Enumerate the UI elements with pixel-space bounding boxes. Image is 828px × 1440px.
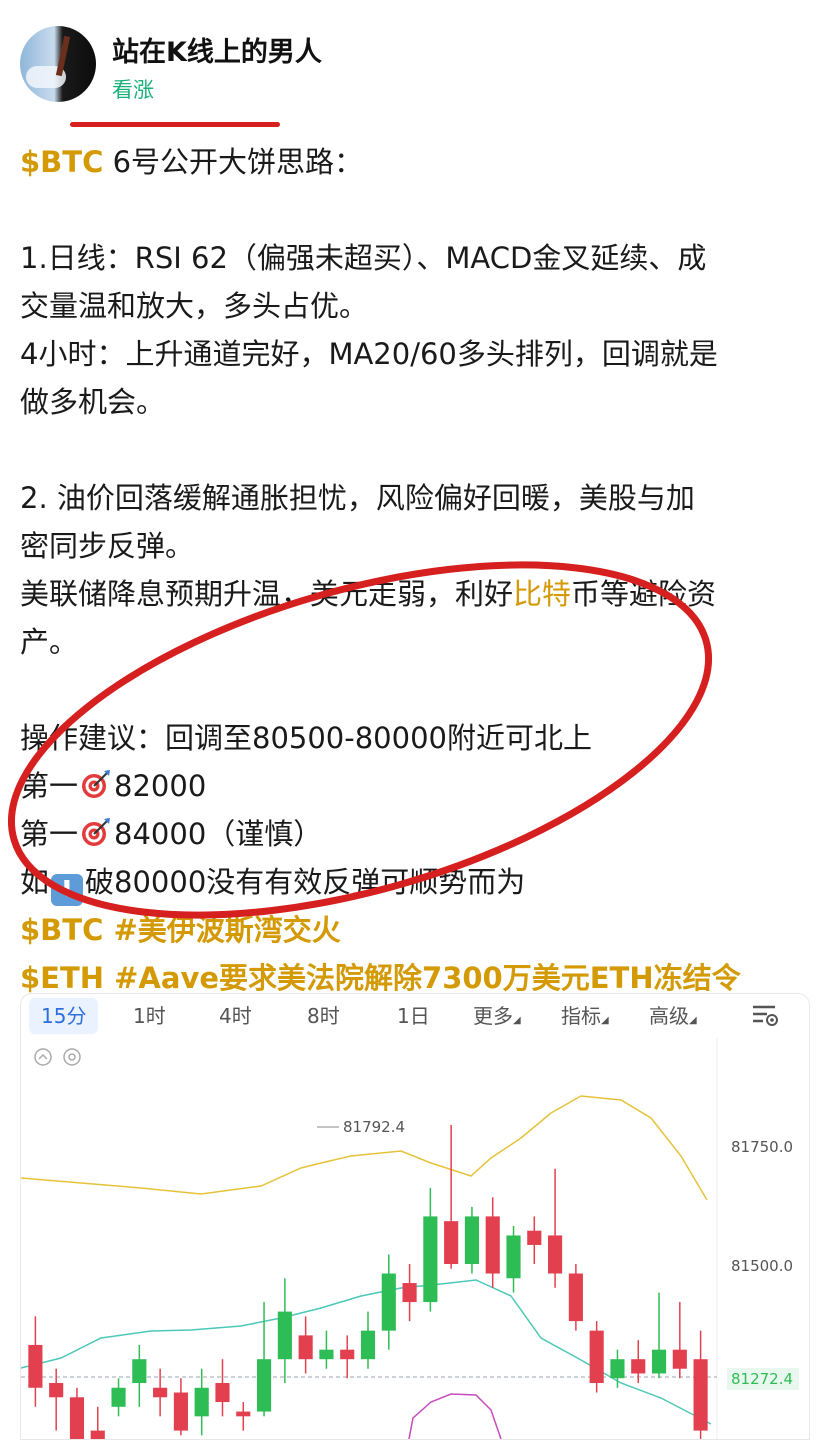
- tab-advanced[interactable]: 高级◢: [649, 998, 697, 1039]
- collapse-icon[interactable]: [34, 1048, 52, 1066]
- tab-advanced-label: 高级: [649, 1004, 689, 1028]
- candle-up: [464, 1216, 480, 1264]
- candle-up: [277, 1311, 292, 1360]
- candle-up: [194, 1387, 209, 1417]
- settings-gear-icon[interactable]: [63, 1048, 81, 1066]
- candle-down: [153, 1387, 168, 1398]
- candle-down: [69, 1397, 85, 1439]
- candle-up: [506, 1235, 521, 1279]
- avatar-figure-shape: [55, 35, 71, 77]
- chart-toolbar-icons: [34, 1048, 81, 1066]
- tab-more[interactable]: 更多◢: [473, 998, 521, 1039]
- candle-up: [360, 1330, 376, 1360]
- candle-down: [298, 1335, 313, 1360]
- post-line-5: 做多机会。: [20, 385, 166, 419]
- high-price-annotation: 81792.4: [343, 1118, 405, 1136]
- candlestick-chart[interactable]: 81750.0 81500.0 81272.4 81792.4: [21, 1038, 809, 1439]
- post-line-3: 交量温和放大，多头占优。: [20, 289, 369, 323]
- indicator-lines: [21, 1095, 717, 1439]
- candle-down: [236, 1411, 251, 1417]
- candle-down: [693, 1359, 708, 1431]
- candle-up: [651, 1349, 667, 1374]
- post-line-1-text: 6号公开大饼思路：: [103, 145, 364, 179]
- tab-4h[interactable]: 4时: [219, 998, 252, 1034]
- candle-down: [548, 1235, 563, 1274]
- timeframe-tabs: 15分 1时 4时 8时 1日 更多◢ 指标◢ 高级◢: [21, 994, 809, 1038]
- candle-down: [631, 1359, 646, 1374]
- tab-8h[interactable]: 8时: [307, 998, 340, 1034]
- current-price-label: 81272.4: [731, 1370, 793, 1388]
- dropdown-caret-icon: ◢: [689, 1015, 697, 1026]
- upper-band-line: [21, 1095, 708, 1201]
- candle-down: [173, 1392, 188, 1431]
- tab-more-label: 更多: [473, 1004, 513, 1028]
- post-header: 站在K线上的男人 看涨: [0, 0, 828, 130]
- candle-down: [215, 1383, 230, 1403]
- sentiment-label: 看涨: [112, 78, 154, 102]
- candles-group: [28, 1125, 708, 1439]
- post-line-2: 1.日线：RSI 62（偏强未超买）、MACD金叉延续、成: [20, 241, 707, 275]
- candle-down: [402, 1283, 417, 1303]
- candle-up: [381, 1273, 396, 1331]
- tab-indicators-label: 指标: [561, 1004, 601, 1028]
- dropdown-caret-icon: ◢: [601, 1015, 609, 1026]
- candle-up: [610, 1359, 625, 1379]
- author-name[interactable]: 站在K线上的男人: [112, 30, 322, 69]
- candle-down: [49, 1383, 64, 1398]
- post-line-6: 2. 油价回落缓解通胀担忧，风险偏好回暖，美股与加: [20, 481, 695, 515]
- candle-up: [132, 1359, 147, 1383]
- tab-15m[interactable]: 15分: [29, 998, 99, 1034]
- candle-down: [568, 1273, 583, 1322]
- lower-band-line: [408, 1393, 502, 1439]
- post-line-4: 4小时：上升通道完好，MA20/60多头排列，回调就是: [20, 337, 718, 371]
- candle-up: [423, 1216, 438, 1303]
- tab-1d[interactable]: 1日: [397, 998, 430, 1034]
- dropdown-caret-icon: ◢: [513, 1015, 521, 1026]
- candle-down: [340, 1349, 355, 1360]
- tab-1h[interactable]: 1时: [133, 998, 166, 1034]
- kline-chart-card: 15分 1时 4时 8时 1日 更多◢ 指标◢ 高级◢ 81750.0 81500…: [20, 993, 810, 1440]
- avatar[interactable]: [20, 26, 96, 102]
- tab-indicators[interactable]: 指标◢: [561, 998, 609, 1039]
- chart-settings-icon[interactable]: [751, 1002, 781, 1028]
- red-circle-annotation: [7, 561, 713, 919]
- btc-tag[interactable]: $BTC: [20, 145, 103, 179]
- price-label-81750: 81750.0: [731, 1138, 793, 1156]
- post-line-1: $BTC 6号公开大饼思路：: [20, 138, 810, 186]
- red-underline-annotation: [70, 122, 280, 127]
- candle-down: [589, 1330, 604, 1383]
- candle-down: [28, 1344, 43, 1388]
- candle-up: [111, 1387, 126, 1407]
- candle-down: [527, 1230, 542, 1245]
- candle-down: [672, 1349, 687, 1369]
- candle-up: [319, 1349, 334, 1360]
- candle-up: [256, 1359, 272, 1412]
- candle-down: [444, 1221, 459, 1264]
- price-label-81500: 81500.0: [731, 1257, 793, 1275]
- candle-down: [485, 1216, 500, 1274]
